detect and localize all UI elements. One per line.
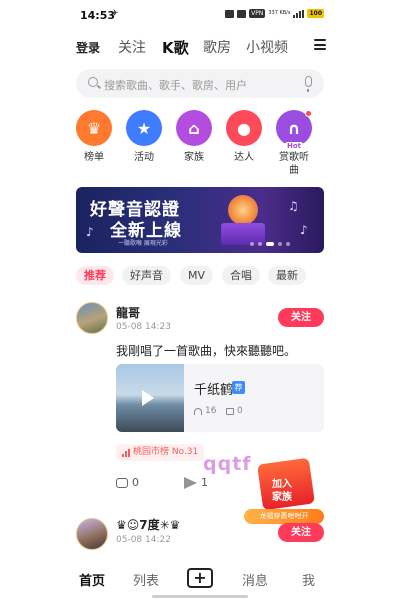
post-username[interactable]: ♛☺7度✳♛ — [116, 516, 180, 533]
chip-chorus[interactable]: 合唱 — [222, 266, 260, 285]
login-link[interactable]: 登录 — [76, 39, 100, 56]
category-listen[interactable]: ∩ Hot 赏歌听曲 — [272, 110, 316, 177]
menu-icon[interactable] — [314, 39, 326, 50]
post-timestamp: 05-08 14:22 — [116, 535, 171, 545]
category-label: 达人 — [234, 152, 254, 163]
chip-good-voice[interactable]: 好声音 — [122, 266, 171, 285]
filter-chips: 推荐 好声音 MV 合唱 最新 — [76, 266, 326, 286]
promo-banner[interactable]: 好聲音認證 全新上線 一聽歌喉 展現光彩 ♪ ♫ ♪ — [76, 187, 324, 253]
home-icon: ⌂ — [176, 110, 212, 146]
post-timestamp: 05-08 14:23 — [116, 322, 171, 332]
share-icon — [184, 476, 197, 489]
crown-icon: ♛ — [76, 110, 112, 146]
nav-messages[interactable]: 消息 — [242, 570, 268, 589]
search-input[interactable]: 搜索歌曲、歌手、歌房、用户 — [104, 77, 247, 93]
hot-badge: Hot — [283, 142, 305, 150]
play-icon[interactable] — [142, 390, 154, 406]
category-family[interactable]: ⌂ 家族 — [172, 110, 216, 164]
signal-icon — [293, 9, 305, 18]
battery-icon: 100 — [307, 9, 324, 18]
avatar[interactable] — [76, 518, 108, 550]
music-note-icon: ♪ — [86, 225, 94, 239]
nav-list[interactable]: 列表 — [133, 570, 159, 589]
category-label: 家族 — [184, 152, 204, 163]
share-button[interactable]: 1 — [184, 476, 208, 489]
network-speed: 337 KB/s — [268, 10, 291, 16]
notification-dot — [305, 110, 312, 117]
gift-count: 0 — [226, 406, 243, 416]
chip-latest[interactable]: 最新 — [268, 266, 306, 285]
home-indicator — [152, 595, 248, 598]
comment-button[interactable]: 0 — [116, 476, 139, 489]
headphone-icon: ∩ Hot — [276, 110, 312, 150]
comment-icon — [116, 477, 128, 488]
top-nav: 登录 关注 K歌 歌房 小视频 — [76, 36, 326, 58]
category-activity[interactable]: ★ 活动 — [122, 110, 166, 164]
avatar[interactable] — [76, 302, 108, 334]
notification-icon: ✈ — [111, 9, 119, 19]
join-family-promo[interactable]: 加入 家族 龙福穿斎咁咁开 — [244, 455, 324, 525]
gift-icon — [226, 407, 234, 415]
search-icon — [88, 77, 98, 87]
nav-home[interactable]: 首页 — [79, 570, 105, 589]
bottom-nav: 首页 列表 + 消息 我 — [0, 562, 400, 600]
category-label: 榜单 — [84, 152, 104, 163]
nav-me[interactable]: 我 — [302, 570, 315, 589]
tab-short-video[interactable]: 小视频 — [246, 37, 288, 57]
category-talent[interactable]: ● 达人 — [222, 110, 266, 164]
song-title: 千纸鹤 — [194, 383, 234, 398]
status-time: 14:53 — [80, 9, 116, 22]
star-icon: ★ — [126, 110, 162, 146]
music-note-icon: ♪ — [300, 223, 308, 237]
post-text: 我剛唱了一首歌曲，快來聽聽吧。 — [116, 344, 297, 358]
song-card[interactable]: 千纸鹤 荐 16 0 — [116, 364, 324, 432]
rank-badge[interactable]: 桃园市榜 No.31 — [116, 444, 205, 461]
follow-button[interactable]: 关注 — [278, 523, 324, 542]
category-label: 赏歌听曲 — [279, 152, 309, 176]
alarm-icon — [225, 9, 235, 18]
chip-mv[interactable]: MV — [180, 266, 214, 285]
person-check-icon: ● — [226, 110, 262, 146]
category-row: ♛ 榜单 ★ 活动 ⌂ 家族 ● 达人 ∩ Hot 赏歌听曲 — [76, 110, 324, 180]
song-cover[interactable] — [116, 364, 184, 432]
search-bar[interactable]: 搜索歌曲、歌手、歌房、用户 — [76, 69, 324, 98]
recommend-badge: 荐 — [232, 381, 245, 394]
tab-follow[interactable]: 关注 — [118, 37, 146, 57]
promo-line2: 家族 — [272, 492, 292, 503]
chart-icon — [122, 448, 130, 457]
carousel-indicator — [250, 242, 290, 246]
tab-k-song[interactable]: K歌 — [162, 37, 189, 58]
chip-recommend[interactable]: 推荐 — [76, 266, 114, 285]
category-label: 活动 — [134, 152, 154, 163]
category-rank[interactable]: ♛ 榜单 — [76, 110, 116, 164]
status-bar: 14:53 ✈ VPN 337 KB/s 100 — [0, 0, 400, 28]
vpn-icon: VPN — [249, 9, 266, 18]
tab-song-room[interactable]: 歌房 — [203, 37, 231, 57]
add-button[interactable]: + — [187, 568, 213, 588]
vibrate-icon — [237, 9, 247, 18]
microphone-icon[interactable] — [305, 76, 312, 92]
banner-subtitle: 一聽歌喉 展現光彩 — [118, 240, 168, 247]
play-count: 16 — [194, 406, 216, 416]
follow-button[interactable]: 关注 — [278, 308, 324, 327]
headphone-icon — [194, 407, 202, 415]
music-disc-icon — [228, 195, 258, 225]
post-username[interactable]: 龍哥 — [116, 304, 140, 321]
promo-strip: 龙福穿斎咁咁开 — [244, 509, 324, 524]
category-more[interactable] — [322, 110, 324, 146]
music-note-icon: ♫ — [288, 199, 299, 213]
status-icons: VPN 337 KB/s 100 — [225, 9, 324, 18]
